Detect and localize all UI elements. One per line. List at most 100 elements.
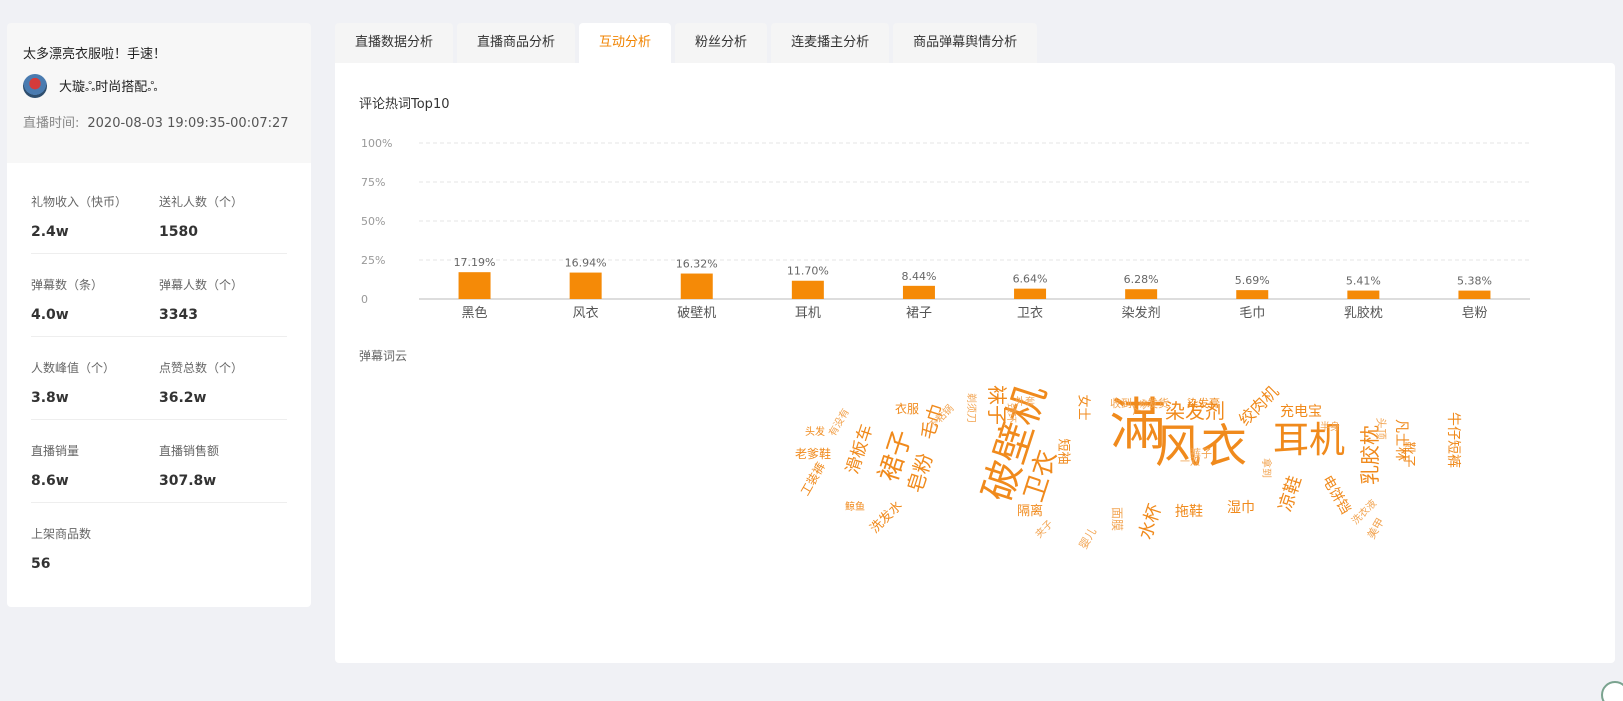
word-cloud-word: 拖鞋: [1175, 504, 1203, 520]
bar-value-label: 16.32%: [676, 258, 718, 271]
stat-label: 弹幕数（条）: [31, 278, 104, 292]
danmaku-word-cloud: 滿风衣 破壁机 耳机 裙子 卫衣 染发剂 皂粉 毛巾 乳胶枕 袜子 凉鞋 电饼铛 滑板车 水杯 拖鞋 绞肉机充…: [775, 379, 1461, 623]
word-cloud-word: 有没有: [827, 407, 852, 439]
bar-value-label: 6.28%: [1124, 273, 1159, 286]
tab-fans[interactable]: 粉丝分析: [675, 23, 768, 63]
stat-value: 307.8w: [159, 473, 217, 489]
bar[interactable]: [902, 285, 935, 299]
stat-label: 点赞总数（个）: [159, 361, 244, 375]
stat-label: 送礼人数（个）: [159, 195, 244, 209]
stat-value: 1580: [159, 224, 198, 240]
tab-interaction[interactable]: 互动分析: [579, 23, 672, 64]
floating-help-button[interactable]: [1601, 681, 1623, 701]
avatar[interactable]: [23, 74, 47, 98]
stat-value: 4.0w: [31, 307, 69, 323]
y-tick-label: 50%: [361, 215, 385, 228]
stat-value: 3.8w: [31, 390, 69, 406]
word-cloud-word: 剃须刀: [965, 393, 976, 423]
interaction-panel: 评论热词Top10 0 25% 50% 75% 100% 17.19% 黑色 16.94% 风衣…: [335, 63, 1623, 701]
word-cloud-word: 女士: [1075, 394, 1091, 421]
word-cloud-word: 滑板车: [842, 422, 878, 477]
bar-value-label: 5.41%: [1346, 275, 1381, 288]
word-cloud-word: 老爹鞋: [795, 447, 832, 461]
word-cloud-word: 充电宝: [1280, 404, 1322, 420]
bar[interactable]: [791, 280, 824, 299]
bar-value-label: 5.69%: [1235, 274, 1270, 287]
stat-value: 56: [31, 556, 51, 572]
word-cloud-word: 一双: [1180, 457, 1200, 468]
stat-row: 人数峰值（个） 3.8w 点赞总数（个） 36.2w: [31, 337, 287, 420]
stat-row: 礼物收入（快币） 2.4w 送礼人数（个） 1580: [31, 171, 287, 254]
bar-value-label: 16.94%: [565, 257, 607, 270]
x-tick-label: 破壁机: [677, 306, 716, 321]
x-tick-label: 皂粉: [1461, 306, 1487, 321]
stat-row: 弹幕数（条） 4.0w 弹幕人数（个） 3343: [31, 254, 287, 337]
x-tick-label: 风衣: [573, 305, 599, 321]
stat-value: 2.4w: [31, 224, 69, 240]
stat-danmaku-users: 弹幕人数（个） 3343: [159, 276, 287, 336]
bar[interactable]: [569, 272, 602, 299]
word-cloud-word: 拿到: [1260, 458, 1271, 478]
live-info-card: 太多漂亮衣服啦！手速！ 大璇ஃ时尚搭配ஃ 直播时间: 2020-08-03 19:…: [7, 23, 311, 163]
x-tick-label: 卫衣: [1017, 305, 1043, 321]
x-tick-label: 染发剂: [1122, 305, 1161, 321]
stat-row: 上架商品数 56: [31, 503, 287, 586]
x-tick-label: 耳机: [795, 306, 821, 321]
x-tick-label: 毛巾: [1239, 306, 1265, 321]
word-cloud-word: 牛仔短裤: [1445, 412, 1461, 468]
live-time-value: 2020-08-03 19:09:35-00:07:27: [87, 116, 289, 131]
stat-likes: 点赞总数（个） 36.2w: [159, 359, 287, 419]
word-cloud-word: 头发: [805, 427, 825, 438]
stat-value: 36.2w: [159, 390, 207, 406]
stats-card: 礼物收入（快币） 2.4w 送礼人数（个） 1580 弹幕数（条） 4.0w 弹幕人数…: [7, 163, 311, 607]
stat-gift-income: 礼物收入（快币） 2.4w: [31, 193, 159, 253]
x-tick-label: 黑色: [462, 305, 488, 321]
word-cloud-word: 电饼铛: [1318, 472, 1354, 518]
analysis-tabs: 直播数据分析 直播商品分析 互动分析 粉丝分析 连麦播主分析 商品弹幕舆情分析: [335, 23, 1041, 64]
word-cloud-word: 风衣: [1155, 419, 1247, 473]
stat-label: 直播销量: [31, 444, 80, 458]
word-cloud-word: 美甲: [1364, 515, 1388, 542]
tab-live-data[interactable]: 直播数据分析: [335, 23, 454, 63]
stat-gift-users: 送礼人数（个） 1580: [159, 193, 287, 253]
anchor-name[interactable]: 大璇ஃ时尚搭配ஃ: [59, 76, 157, 96]
top-words-title: 评论热词Top10: [359, 97, 450, 112]
y-tick-label: 25%: [361, 254, 385, 267]
bar-value-label: 6.64%: [1013, 273, 1048, 286]
y-tick-label: 0: [361, 293, 368, 306]
bar[interactable]: [1236, 290, 1269, 299]
word-cloud-word: 头顶: [1374, 417, 1388, 440]
word-cloud-word: 半身: [1320, 422, 1340, 433]
tab-co-streamers[interactable]: 连麦播主分析: [771, 23, 890, 63]
bar[interactable]: [680, 273, 713, 299]
bar[interactable]: [458, 272, 491, 299]
live-title: 太多漂亮衣服啦！手速！: [23, 47, 167, 62]
stat-label: 直播销售额: [159, 444, 220, 458]
bar[interactable]: [1125, 289, 1158, 299]
bar-value-label: 5.38%: [1457, 275, 1492, 288]
x-tick-label: 裙子: [906, 306, 932, 321]
word-cloud-word: 水杯: [1134, 501, 1167, 543]
word-cloud-word: 婴儿: [1076, 525, 1100, 552]
tab-danmaku-sentiment[interactable]: 商品弹幕舆情分析: [893, 23, 1038, 63]
word-cloud-word: 染发膏: [1187, 397, 1220, 410]
bar[interactable]: [1014, 288, 1047, 299]
stat-label: 上架商品数: [31, 527, 92, 541]
word-cloud-word: 洗发水: [867, 498, 906, 537]
y-tick-label: 75%: [361, 176, 385, 189]
word-cloud-word: 面膜: [1110, 506, 1125, 532]
tab-live-products[interactable]: 直播商品分析: [457, 23, 576, 63]
word-cloud-word: 隔离: [1017, 504, 1044, 519]
stat-row: 直播销量 8.6w 直播销售额 307.8w: [31, 420, 287, 503]
bar[interactable]: [1347, 290, 1380, 299]
live-time-label: 直播时间:: [23, 116, 80, 131]
stat-peak-users: 人数峰值（个） 3.8w: [31, 359, 159, 419]
stat-products: 上架商品数 56: [31, 525, 159, 586]
word-cloud-word: 衣服: [895, 402, 920, 416]
word-cloud-word: 袜子: [985, 385, 1009, 425]
stat-value: 3343: [159, 307, 198, 323]
stat-label: 弹幕人数（个）: [159, 278, 244, 292]
bar[interactable]: [1458, 290, 1491, 299]
live-time: 直播时间: 2020-08-03 19:09:35-00:07:27: [23, 112, 311, 131]
stat-sales-amount: 直播销售额 307.8w: [159, 442, 287, 502]
